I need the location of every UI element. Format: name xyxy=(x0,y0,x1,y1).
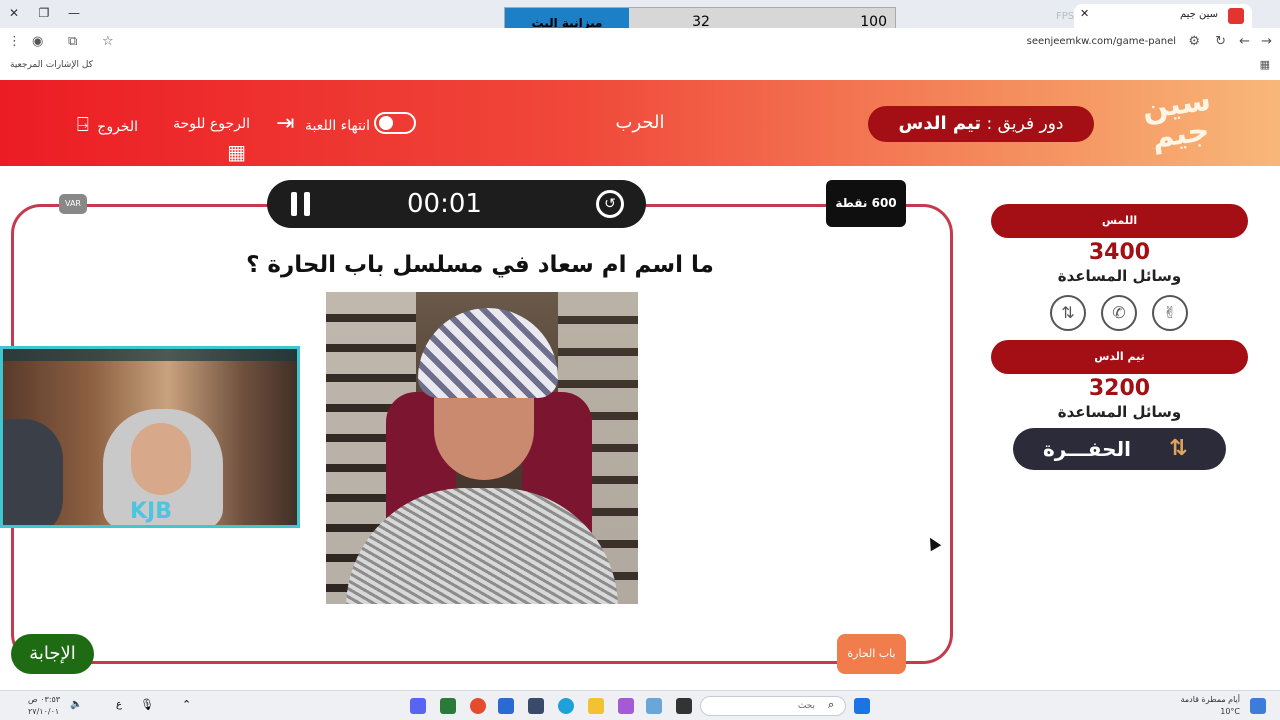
exit-label: الخروج xyxy=(97,119,138,135)
reset-timer-icon[interactable]: ↺ xyxy=(596,190,624,218)
team-1-score: 3400 xyxy=(1088,240,1151,265)
end-game-label: انتهاء اللعبة xyxy=(304,118,370,134)
back-icon[interactable]: → xyxy=(1261,34,1272,49)
app-icon[interactable] xyxy=(440,698,456,714)
site-favicon-icon xyxy=(1228,8,1244,24)
turn-prefix: دور فريق : xyxy=(986,114,1064,134)
swap-arrows-icon: ⇅ xyxy=(1169,436,1188,461)
turn-team-name: تيم الدس xyxy=(898,113,982,134)
webcam-overlay: KJB xyxy=(0,346,300,528)
weather-icon xyxy=(1250,698,1266,714)
question-points: 600 نقطة xyxy=(826,180,906,227)
clock-date: ٢٧/١٠/٠١ xyxy=(28,707,60,716)
system-clock[interactable]: ٠٣:٥٣ ص ٢٧/١٠/٠١ xyxy=(28,694,60,718)
search-icon: ⌕ xyxy=(828,698,835,711)
team-2-score: 3200 xyxy=(1088,376,1151,401)
weather-text: أيام ممطرة قادمة xyxy=(1180,695,1240,704)
tab-close-icon[interactable]: ✕ xyxy=(1080,7,1089,20)
weather-widget[interactable]: أيام ممطرة قادمة 10°C xyxy=(1181,694,1240,718)
question-text: ما اسم ام سعاد في مسلسل باب الحارة ؟ xyxy=(246,252,714,278)
grid-icon: ▦ xyxy=(227,140,246,164)
profile-avatar-icon[interactable]: ◉ xyxy=(32,34,43,49)
exit-button[interactable]: الخروج ⍈ xyxy=(68,110,138,138)
hint-button[interactable]: باب الحارة xyxy=(837,634,906,674)
url-field[interactable]: seenjeemkw.com/game-panel xyxy=(1027,36,1176,47)
end-game-toggle[interactable] xyxy=(374,112,416,134)
victory-hand-icon[interactable]: ✌ xyxy=(1152,295,1188,331)
all-bookmarks-link[interactable]: كل الإشارات المرجعية xyxy=(10,60,93,70)
microphone-icon[interactable]: 🎙 xyxy=(140,698,154,711)
reload-icon[interactable]: ↻ xyxy=(1215,34,1226,49)
site-logo: سين جيم xyxy=(1139,82,1213,156)
team-1-name: اللمس xyxy=(991,204,1248,238)
mail-icon[interactable] xyxy=(498,698,514,714)
back-to-board-label: الرجوع للوحة xyxy=(173,116,250,132)
menu-dots-icon[interactable]: ⋮ xyxy=(8,34,21,49)
search-placeholder: بحث xyxy=(797,701,815,711)
terminal-icon[interactable] xyxy=(676,698,692,714)
door-exit-icon: ⍈ xyxy=(76,112,89,136)
close-window-icon[interactable]: ✕ xyxy=(4,4,24,22)
pause-icon[interactable] xyxy=(291,192,311,216)
store-icon[interactable] xyxy=(528,698,544,714)
timer-bar: 00:01 ↺ xyxy=(267,180,646,228)
taskbar-search[interactable]: بحث xyxy=(700,696,846,716)
answer-button[interactable]: الإجابة xyxy=(11,634,94,674)
copilot-icon[interactable] xyxy=(618,698,634,714)
weather-temp: 10°C xyxy=(1220,707,1240,716)
windows-start-icon[interactable] xyxy=(854,698,870,714)
bookmark-star-icon[interactable]: ☆ xyxy=(102,34,114,49)
arrow-to-line-icon: ⇥ xyxy=(276,111,295,136)
speaker-icon[interactable]: 🔈 xyxy=(70,699,82,710)
toggle-knob xyxy=(379,116,393,130)
team-turn-indicator: دور فريق : تيم الدس xyxy=(868,106,1094,142)
category-title: الحرب xyxy=(615,112,665,133)
swap-icon[interactable]: ⇅ xyxy=(1050,295,1086,331)
team-1-aids-label: وسائل المساعدة xyxy=(1057,267,1182,285)
back-to-board-button[interactable]: الرجوع للوحة ▦ xyxy=(146,110,250,164)
end-game-button[interactable]: انتهاء اللعبة ⇥ xyxy=(260,110,370,138)
os-taskbar: ٠٣:٥٣ ص ٢٧/١٠/٠١ 🔈 ع 🎙 ⌃ بحث ⌕ أيام ممطر… xyxy=(0,690,1280,720)
minimize-icon[interactable]: — xyxy=(64,4,84,22)
team-2-aids-label: وسائل المساعدة xyxy=(1057,403,1182,421)
bookmarks-bar: كل الإشارات المرجعية ▦ xyxy=(0,56,1280,78)
discord-icon[interactable] xyxy=(410,698,426,714)
language-indicator[interactable]: ع xyxy=(116,699,122,710)
clock-time: ٠٣:٥٣ ص xyxy=(28,695,61,704)
apps-grid-icon[interactable]: ▦ xyxy=(1260,58,1270,71)
timer-display: 00:01 xyxy=(407,189,482,219)
chrome-icon[interactable] xyxy=(470,698,486,714)
team-2-name: تيم الدس xyxy=(991,340,1248,374)
pit-label: الحفـــرة xyxy=(1043,437,1131,461)
folder-icon[interactable] xyxy=(588,698,604,714)
chevron-up-icon[interactable]: ⌃ xyxy=(182,698,191,711)
photos-icon[interactable] xyxy=(646,698,662,714)
site-settings-icon[interactable]: ⚙ xyxy=(1188,34,1200,49)
phone-icon[interactable]: ✆ xyxy=(1101,295,1137,331)
tab-title: سين جيم xyxy=(1179,9,1218,20)
streamer-logo: KJB xyxy=(129,499,172,524)
var-button[interactable]: VAR xyxy=(59,194,87,214)
forward-icon[interactable]: ← xyxy=(1239,34,1250,49)
edge-icon[interactable] xyxy=(558,698,574,714)
address-bar: ⋮ ◉ ⧉ ☆ seenjeemkw.com/game-panel ⚙ ↻ ← … xyxy=(0,28,1280,56)
game-header: سين جيم دور فريق : تيم الدس الحرب انتهاء… xyxy=(0,80,1280,166)
question-image xyxy=(326,292,638,604)
maximize-icon[interactable]: ❐ xyxy=(34,4,54,22)
extensions-icon[interactable]: ⧉ xyxy=(68,34,77,49)
tab-active[interactable]: سين جيم ✕ xyxy=(1074,4,1252,28)
pit-button[interactable]: الحفـــرة ⇅ xyxy=(1013,428,1226,470)
